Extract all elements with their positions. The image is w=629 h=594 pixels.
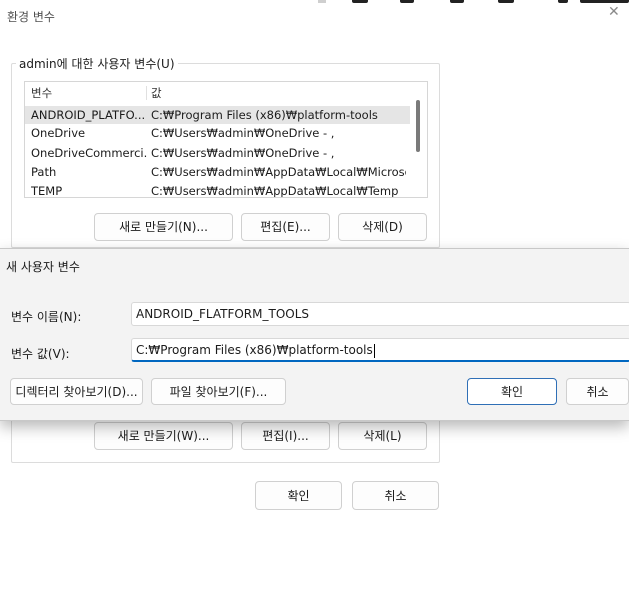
dialog-title: 새 사용자 변수 (6, 260, 80, 274)
dialog-ok-button[interactable]: 확인 (467, 378, 557, 405)
variable-name-input[interactable]: ANDROID_FLATFORM_TOOLS (131, 302, 629, 326)
variable-name: Path (31, 165, 57, 179)
variable-value: C:₩Users₩admin₩OneDrive - , (151, 146, 335, 160)
list-item[interactable]: OneDrive C:₩Users₩admin₩OneDrive - , (25, 124, 410, 142)
user-edit-button[interactable]: 편집(E)... (241, 213, 330, 241)
variable-name: OneDrive (31, 126, 86, 140)
system-new-button[interactable]: 새로 만들기(W)... (94, 422, 233, 450)
list-item[interactable]: TEMP C:₩Users₩admin₩AppData₩Local₩Temp (25, 182, 410, 198)
text-caret (373, 343, 375, 358)
column-header-name[interactable]: 변수 (31, 84, 147, 102)
cancel-button[interactable]: 취소 (352, 481, 439, 510)
variable-value-input[interactable]: C:₩Program Files (x86)₩platform-tools (131, 338, 629, 362)
list-item[interactable]: ANDROID_PLATFO... C:₩Program Files (x86)… (25, 106, 410, 124)
variable-value: C:₩Users₩admin₩AppData₩Local₩Temp (151, 184, 399, 198)
variable-name: TEMP (31, 184, 63, 198)
user-variables-list[interactable]: 변수 값 ANDROID_PLATFO... C:₩Program Files … (24, 81, 428, 198)
window-title: 환경 변수 (7, 10, 55, 24)
variable-name: ANDROID_PLATFO... (31, 108, 146, 122)
scrollbar-thumb[interactable] (416, 100, 420, 152)
browse-file-button[interactable]: 파일 찾아보기(F)... (151, 378, 286, 405)
user-new-button[interactable]: 새로 만들기(N)... (94, 213, 233, 241)
list-item[interactable]: OneDriveCommerci... C:₩Users₩admin₩OneDr… (25, 144, 410, 162)
variable-value: C:₩Users₩admin₩AppData₩Local₩Microsoft..… (151, 165, 406, 179)
ok-button[interactable]: 확인 (255, 481, 342, 510)
browse-directory-button[interactable]: 디렉터리 찾아보기(D)... (10, 378, 143, 405)
variable-value-label: 변수 값(V): (11, 347, 70, 361)
user-variables-legend: admin에 대한 사용자 변수(U) (19, 57, 175, 71)
column-header-value[interactable]: 값 (151, 84, 406, 102)
new-user-variable-dialog: 새 사용자 변수 변수 이름(N): ANDROID_FLATFORM_TOOL… (0, 248, 629, 421)
variable-value-text: C:₩Program Files (x86)₩platform-tools (136, 343, 373, 357)
list-item[interactable]: Path C:₩Users₩admin₩AppData₩Local₩Micros… (25, 163, 410, 181)
close-icon[interactable]: ✕ (608, 4, 620, 20)
variable-value: C:₩Program Files (x86)₩platform-tools (151, 108, 378, 122)
background-window-edge (318, 0, 629, 3)
list-header: 변수 값 (25, 84, 410, 102)
variable-name-label: 변수 이름(N): (11, 310, 82, 324)
system-delete-button[interactable]: 삭제(L) (338, 422, 427, 450)
system-edit-button[interactable]: 편집(I)... (241, 422, 330, 450)
user-delete-button[interactable]: 삭제(D) (338, 213, 427, 241)
variable-name: OneDriveCommerci... (31, 146, 147, 160)
variable-value: C:₩Users₩admin₩OneDrive - , (151, 126, 335, 140)
dialog-cancel-button[interactable]: 취소 (566, 378, 629, 405)
